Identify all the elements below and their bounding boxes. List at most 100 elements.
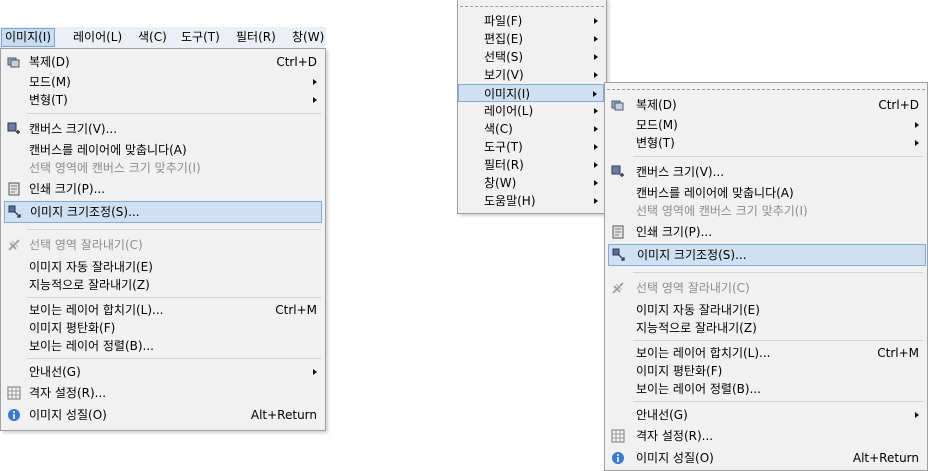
menu-select[interactable]: 선택(S) xyxy=(458,48,604,66)
menu-item-label: 보이는 레이어 합치기(L)... xyxy=(29,303,164,317)
tearoff-line xyxy=(460,6,604,7)
menu-item-image-properties[interactable]: 이미지 성질(O) Alt+Return xyxy=(1,405,325,425)
menu-color[interactable]: 색(C) xyxy=(458,120,604,138)
submenu-arrow-icon xyxy=(313,369,317,375)
menu-item-print-size[interactable]: 인쇄 크기(P)... xyxy=(1,179,325,199)
menu-item-label: 격자 설정(R)... xyxy=(636,429,714,443)
menu-item-canvas-size[interactable]: 캔버스 크기(V)... xyxy=(1,119,325,139)
menu-item-label: 이미지 성질(O) xyxy=(29,408,107,422)
menu-item-fit-canvas-to-layers[interactable]: 캔버스를 레이어에 맞춥니다(A) xyxy=(605,183,927,203)
submenu-arrow-icon xyxy=(915,412,919,418)
menu-item-autocrop[interactable]: 이미지 자동 잘라내기(E) xyxy=(605,300,927,320)
menu-item-fit-canvas-to-selection: 선택 영역에 캔버스 크기 맞추기(I) xyxy=(1,158,325,178)
menu-item-label: 선택(S) xyxy=(484,50,524,64)
menu-item-label: 이미지 자동 잘라내기(E) xyxy=(636,303,760,317)
menu-item-duplicate[interactable]: 복제(D) Ctrl+D xyxy=(1,52,325,72)
menu-item-label: 안내선(G) xyxy=(636,408,688,422)
menu-item-crop-to-selection: 선택 영역 잘라내기(C) xyxy=(1,235,325,255)
info-icon xyxy=(8,409,20,421)
duplicate-icon xyxy=(7,57,20,68)
menu-item-transform[interactable]: 변형(T) xyxy=(1,90,325,110)
menu-item-duplicate[interactable]: 복제(D) Ctrl+D xyxy=(605,95,927,115)
menu-item-mode[interactable]: 모드(M) xyxy=(1,72,325,92)
menu-item-label: 복제(D) xyxy=(29,55,70,69)
menu-item-crop-to-selection: 선택 영역 잘라내기(C) xyxy=(605,278,927,298)
menubar-filters[interactable]: 필터(R) xyxy=(233,29,279,46)
menu-item-label: 색(C) xyxy=(484,122,513,136)
menu-windows[interactable]: 창(W) xyxy=(458,174,604,192)
menu-item-transform[interactable]: 변형(T) xyxy=(605,133,927,153)
menu-item-scale-image[interactable]: 이미지 크기조정(S)... xyxy=(608,244,926,266)
menu-item-label: 선택 영역 잘라내기(C) xyxy=(636,281,750,295)
menu-view[interactable]: 보기(V) xyxy=(458,66,604,84)
menu-item-fit-canvas-to-layers[interactable]: 캔버스를 레이어에 맞춥니다(A) xyxy=(1,140,325,160)
menu-tools[interactable]: 도구(T) xyxy=(458,138,604,156)
submenu-arrow-icon xyxy=(594,72,598,78)
menu-edit[interactable]: 편집(E) xyxy=(458,30,604,48)
menu-item-merge-visible-layers[interactable]: 보이는 레이어 합치기(L)... Ctrl+M xyxy=(605,343,927,363)
menu-item-label: 캔버스 크기(V)... xyxy=(29,122,118,136)
menu-item-flatten-image[interactable]: 이미지 평탄화(F) xyxy=(605,361,927,381)
menu-item-label: 보이는 레이어 합치기(L)... xyxy=(636,346,771,360)
menubar-image[interactable]: 이미지(I) xyxy=(1,28,56,47)
menu-filters[interactable]: 필터(R) xyxy=(458,156,604,174)
menu-item-zealous-crop[interactable]: 지능적으로 잘라내기(Z) xyxy=(1,275,325,295)
print-size-icon xyxy=(612,225,624,239)
menu-item-label: 이미지 자동 잘라내기(E) xyxy=(29,260,153,274)
duplicate-icon xyxy=(611,100,624,111)
menu-item-mode[interactable]: 모드(M) xyxy=(605,115,927,135)
menu-item-label: 도움말(H) xyxy=(484,194,536,208)
submenu-arrow-icon xyxy=(594,180,598,186)
menu-item-label: 보기(V) xyxy=(484,68,524,82)
menu-item-label: 격자 설정(R)... xyxy=(29,386,107,400)
menu-item-autocrop[interactable]: 이미지 자동 잘라내기(E) xyxy=(1,257,325,277)
submenu-arrow-icon xyxy=(593,91,597,97)
menu-item-configure-grid[interactable]: 격자 설정(R)... xyxy=(605,426,927,446)
submenu-arrow-icon xyxy=(313,97,317,103)
menubar-color[interactable]: 색(C) xyxy=(135,29,170,46)
canvas-size-icon xyxy=(7,122,20,134)
menu-item-align-visible-layers[interactable]: 보이는 레이어 정렬(B)... xyxy=(605,379,927,399)
menu-item-configure-grid[interactable]: 격자 설정(R)... xyxy=(1,383,325,403)
submenu-arrow-icon xyxy=(313,79,317,85)
submenu-arrow-icon xyxy=(594,54,598,60)
menu-separator xyxy=(27,113,321,114)
menu-item-align-visible-layers[interactable]: 보이는 레이어 정렬(B)... xyxy=(1,336,325,356)
grid-icon xyxy=(7,386,21,400)
submenu-arrow-icon xyxy=(594,18,598,24)
canvas-size-icon xyxy=(611,165,624,177)
image-menu-left: 복제(D) Ctrl+D 모드(M) 변형(T) 캔버스 크기(V)... 캔버… xyxy=(0,48,326,431)
menu-separator xyxy=(27,358,321,359)
menu-item-merge-visible-layers[interactable]: 보이는 레이어 합치기(L)... Ctrl+M xyxy=(1,300,325,320)
menu-item-label: 보이는 레이어 정렬(B)... xyxy=(636,382,761,396)
menu-item-image-properties[interactable]: 이미지 성질(O) Alt+Return xyxy=(605,448,927,468)
menu-item-scale-image[interactable]: 이미지 크기조정(S)... xyxy=(4,201,322,223)
menu-layer[interactable]: 레이어(L) xyxy=(458,102,604,120)
menubar-tools[interactable]: 도구(T) xyxy=(178,29,223,46)
menu-separator xyxy=(27,297,321,298)
menu-item-shortcut: Ctrl+D xyxy=(276,55,317,69)
menu-item-label: 선택 영역에 캔버스 크기 맞추기(I) xyxy=(29,161,201,175)
crop-icon xyxy=(612,282,624,294)
menu-item-guides[interactable]: 안내선(G) xyxy=(605,405,927,425)
menu-item-label: 도구(T) xyxy=(484,140,523,154)
menu-item-zealous-crop[interactable]: 지능적으로 잘라내기(Z) xyxy=(605,318,927,338)
menu-item-label: 보이는 레이어 정렬(B)... xyxy=(29,339,154,353)
menu-separator xyxy=(633,156,923,157)
menu-file[interactable]: 파일(F) xyxy=(458,12,604,30)
menu-item-label: 필터(R) xyxy=(484,158,524,172)
menu-image[interactable]: 이미지(I) xyxy=(458,84,604,102)
menu-item-label: 이미지 성질(O) xyxy=(636,451,714,465)
menu-item-print-size[interactable]: 인쇄 크기(P)... xyxy=(605,222,927,242)
menu-help[interactable]: 도움말(H) xyxy=(458,192,604,210)
menu-item-label: 모드(M) xyxy=(636,118,678,132)
menubar-windows[interactable]: 창(W) xyxy=(289,29,327,46)
menu-item-label: 지능적으로 잘라내기(Z) xyxy=(636,321,757,335)
menu-item-guides[interactable]: 안내선(G) xyxy=(1,362,325,382)
menu-item-canvas-size[interactable]: 캔버스 크기(V)... xyxy=(605,162,927,182)
menubar-layer[interactable]: 레이어(L) xyxy=(70,29,125,46)
submenu-arrow-icon xyxy=(594,108,598,114)
menu-item-flatten-image[interactable]: 이미지 평탄화(F) xyxy=(1,318,325,338)
menu-item-label: 변형(T) xyxy=(636,136,675,150)
scale-image-icon xyxy=(8,205,21,218)
